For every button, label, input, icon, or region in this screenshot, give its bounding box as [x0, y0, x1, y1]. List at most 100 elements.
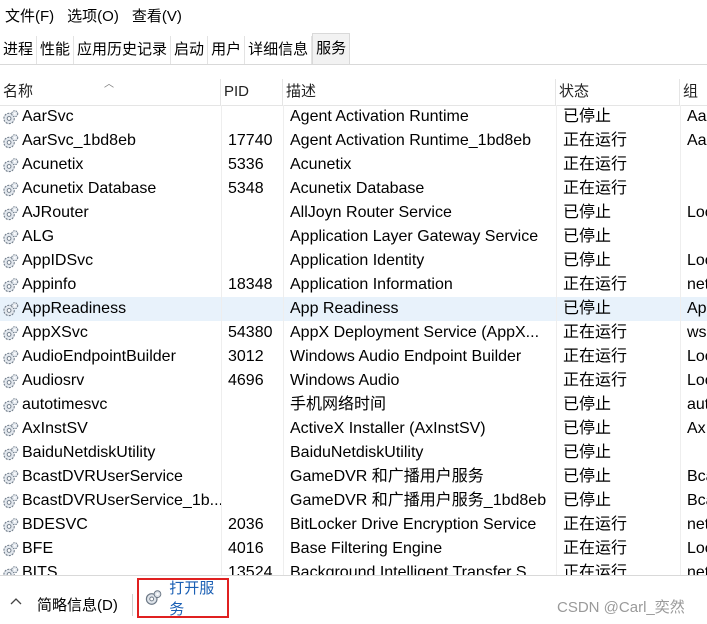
service-status: 正在运行 [556, 153, 680, 177]
table-row[interactable]: AppReadiness App Readiness 已停止 Ap [0, 297, 707, 321]
service-description: BaiduNetdiskUtility [283, 441, 556, 465]
service-description: Windows Audio Endpoint Builder [283, 345, 556, 369]
service-name-cell: BFE [0, 537, 221, 561]
table-row[interactable]: AarSvc_1bd8eb 17740 Agent Activation Runti… [0, 129, 707, 153]
table-row[interactable]: AarSvc Agent Activation Runtime 已停止 Aa [0, 105, 707, 129]
gear-icon [3, 133, 19, 148]
tab-services[interactable]: 服务 [312, 33, 351, 64]
service-pid: 2036 [221, 513, 283, 537]
service-description: Background Intelligent Transfer S... [283, 561, 556, 575]
gear-icon [3, 181, 19, 196]
service-description: Acunetix Database [283, 177, 556, 201]
service-description: Agent Activation Runtime [283, 105, 556, 129]
service-description: GameDVR 和广播用户服务_1bd8eb [283, 489, 556, 513]
brief-info-button[interactable]: 简略信息(D) [37, 596, 118, 616]
service-name: AxInstSV [22, 420, 88, 437]
footer-bar: 简略信息(D) 打开服务 CSDN @Carl_奕然 [0, 575, 707, 624]
column-header-status[interactable]: 状态 [556, 79, 680, 105]
service-group: Bca [680, 489, 707, 513]
table-row[interactable]: AudioEndpointBuilder 3012 Windows Audio En… [0, 345, 707, 369]
service-name-cell: AJRouter [0, 201, 221, 225]
open-services-label: 打开服务 [169, 580, 215, 618]
service-pid [221, 441, 283, 465]
gear-icon [3, 541, 19, 556]
table-row[interactable]: BDESVC 2036 BitLocker Drive Encryption Ser… [0, 513, 707, 537]
service-status: 正在运行 [556, 369, 680, 393]
service-status: 已停止 [556, 489, 680, 513]
tab-app-history[interactable]: 应用历史记录 [74, 36, 172, 64]
service-description: BitLocker Drive Encryption Service [283, 513, 556, 537]
services-icon [145, 590, 162, 605]
service-group [680, 153, 707, 177]
service-pid [221, 417, 283, 441]
service-pid [221, 249, 283, 273]
gear-icon [3, 373, 19, 388]
chevron-up-icon[interactable] [10, 597, 22, 605]
table-row[interactable]: BaiduNetdiskUtility BaiduNetdiskUtility 已停… [0, 441, 707, 465]
tab-startup[interactable]: 启动 [171, 36, 209, 64]
table-row[interactable]: autotimesvc 手机网络时间已停止aut [0, 393, 707, 417]
service-pid: 54380 [221, 321, 283, 345]
watermark: CSDN @Carl_奕然 [557, 599, 685, 616]
table-header: ︿ 名称 PID 描述 状态 组 [0, 79, 707, 106]
menu-view[interactable]: 查看(V) [127, 0, 182, 34]
table-row[interactable]: BcastDVRUserService GameDVR 和广播用户服务已停止Bca [0, 465, 707, 489]
table-row[interactable]: AJRouter AllJoyn Router Service已停止Loc [0, 201, 707, 225]
service-group: Ax [680, 417, 707, 441]
service-name-cell: AppXSvc [0, 321, 221, 345]
service-group [680, 441, 707, 465]
service-description: Acunetix [283, 153, 556, 177]
service-name-cell: Acunetix Database [0, 177, 221, 201]
service-description: ActiveX Installer (AxInstSV) [283, 417, 556, 441]
service-pid: 4696 [221, 369, 283, 393]
table-row[interactable]: ALG Application Layer Gateway Service 已停止 [0, 225, 707, 249]
gear-icon [3, 157, 19, 172]
tab-performance[interactable]: 性能 [37, 36, 75, 64]
service-status: 已停止 [556, 225, 680, 249]
column-header-name[interactable]: 名称 [0, 79, 221, 105]
table-row[interactable]: BITS 13524 Background Intelligent Transfer… [0, 561, 707, 575]
service-status: 正在运行 [556, 129, 680, 153]
open-services-link[interactable]: 打开服务 [137, 578, 229, 618]
service-status: 正在运行 [556, 537, 680, 561]
service-pid: 4016 [221, 537, 283, 561]
gear-icon [3, 469, 19, 484]
table-row[interactable]: Audiosrv 4696Windows Audio正在运行Loc [0, 369, 707, 393]
service-pid [221, 105, 283, 129]
table-row[interactable]: BFE 4016Base Filtering Engine正在运行Loc [0, 537, 707, 561]
gear-icon [3, 253, 19, 268]
service-group: wsa [680, 321, 707, 345]
table-row[interactable]: AppXSvc 54380 AppX Deployment Service (App… [0, 321, 707, 345]
gear-icon [3, 565, 19, 575]
service-pid: 13524 [221, 561, 283, 575]
service-group: Loc [680, 537, 707, 561]
column-header-group[interactable]: 组 [680, 79, 707, 105]
service-pid: 18348 [221, 273, 283, 297]
service-description: Application Layer Gateway Service [283, 225, 556, 249]
service-name-cell: AxInstSV [0, 417, 221, 441]
menu-file[interactable]: 文件(F) [0, 0, 54, 34]
table-row[interactable]: AxInstSV ActiveX Installer (AxInstSV) 已停止 A… [0, 417, 707, 441]
service-group: net [680, 273, 707, 297]
service-name-cell: AarSvc [0, 105, 221, 129]
table-row[interactable]: Acunetix 5336 Acunetix 正在运行 [0, 153, 707, 177]
tab-details[interactable]: 详细信息 [245, 36, 313, 64]
table-row[interactable]: AppIDSvc Application Identity已停止Loc [0, 249, 707, 273]
tab-processes[interactable]: 进程 [0, 36, 38, 64]
table-row[interactable]: BcastDVRUserService_1b... GameDVR 和广播用户服务… [0, 489, 707, 513]
service-name: AJRouter [22, 204, 89, 221]
column-header-pid[interactable]: PID [221, 79, 283, 105]
service-name: AudioEndpointBuilder [22, 348, 176, 365]
service-name-cell: BITS [0, 561, 221, 575]
service-name: BDESVC [22, 516, 88, 533]
service-group: Loc [680, 345, 707, 369]
table-row[interactable]: Appinfo 18348 Application Information 正在运行 n… [0, 273, 707, 297]
service-description: Application Identity [283, 249, 556, 273]
tab-users[interactable]: 用户 [208, 36, 246, 64]
menu-options[interactable]: 选项(O) [62, 0, 119, 34]
service-name-cell: AudioEndpointBuilder [0, 345, 221, 369]
column-header-description[interactable]: 描述 [283, 79, 556, 105]
table-row[interactable]: Acunetix Database 5348 Acunetix Database 正在… [0, 177, 707, 201]
service-name: BFE [22, 540, 54, 557]
service-name: Audiosrv [22, 372, 85, 389]
